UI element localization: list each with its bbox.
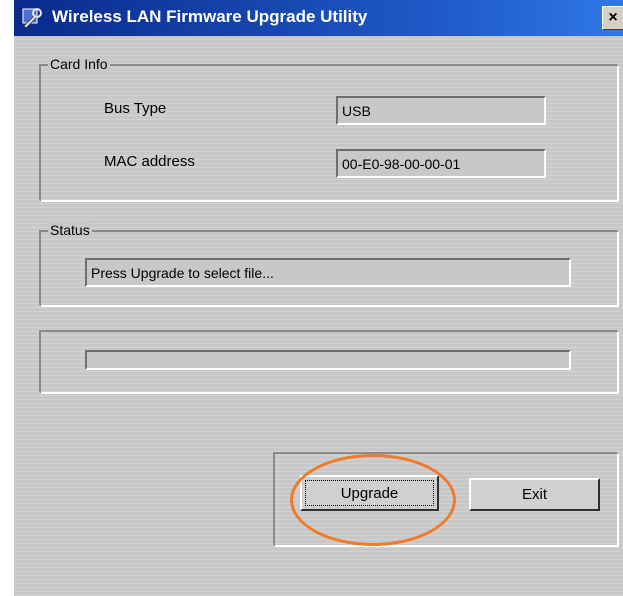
- upgrade-button[interactable]: Upgrade: [300, 475, 439, 511]
- title-bar[interactable]: Wireless LAN Firmware Upgrade Utility ×: [14, 0, 623, 36]
- status-message-field: Press Upgrade to select file...: [85, 258, 571, 287]
- card-info-legend: Card Info: [48, 56, 110, 72]
- upgrade-progress-bar: [85, 350, 571, 370]
- status-legend: Status: [48, 222, 92, 238]
- status-group: Status Press Upgrade to select file...: [40, 222, 618, 306]
- wrench-icon: [22, 8, 42, 29]
- mac-address-field: 00-E0-98-00-00-01: [336, 149, 546, 178]
- card-info-group: Card Info Bus Type USB MAC address 00-E0…: [40, 56, 618, 201]
- bus-type-label: Bus Type: [104, 100, 167, 117]
- upgrade-utility-window: Wireless LAN Firmware Upgrade Utility × …: [14, 0, 623, 596]
- exit-button[interactable]: Exit: [469, 478, 600, 511]
- bus-type-field: USB: [336, 96, 546, 125]
- progress-group: [40, 331, 618, 393]
- close-button[interactable]: ×: [602, 6, 623, 30]
- window-title: Wireless LAN Firmware Upgrade Utility: [52, 7, 368, 26]
- button-group: Upgrade Exit: [274, 453, 618, 546]
- mac-address-label: MAC address: [104, 153, 195, 170]
